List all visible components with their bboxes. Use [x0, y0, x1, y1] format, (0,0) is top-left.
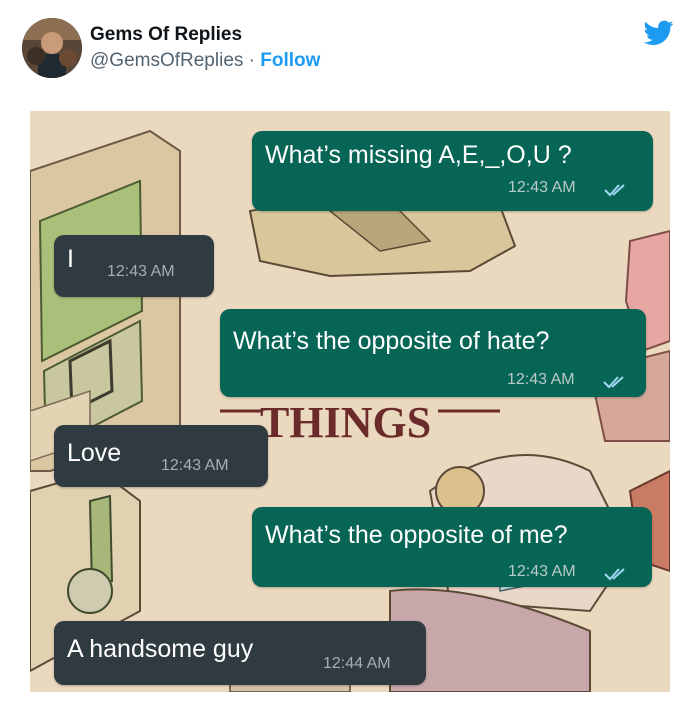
chat-bubble-incoming[interactable]: I 12:43 AM: [54, 235, 214, 297]
message-text: What’s the opposite of hate?: [233, 327, 550, 355]
chat-bubble-incoming[interactable]: A handsome guy 12:44 AM: [54, 621, 426, 685]
message-time: 12:43 AM: [161, 457, 229, 474]
author-handle[interactable]: @GemsOfReplies: [90, 50, 243, 71]
read-receipt-ticks-icon: [603, 376, 624, 389]
handle-row: @GemsOfReplies · Follow: [90, 50, 320, 72]
avatar-image: [22, 18, 82, 78]
message-time: 12:43 AM: [107, 263, 175, 280]
things-logo-text: THINGS: [260, 398, 431, 447]
message-time: 12:43 AM: [507, 371, 575, 388]
avatar[interactable]: [22, 18, 82, 78]
chat-bubble-incoming[interactable]: Love 12:43 AM: [54, 425, 268, 487]
twitter-bird-icon[interactable]: [644, 20, 674, 46]
read-receipt-ticks-icon: [604, 568, 625, 581]
message-text: Love: [67, 439, 122, 467]
message-text: What’s missing A,E,_,O,U ?: [265, 141, 572, 169]
message-time: 12:43 AM: [508, 563, 576, 580]
read-receipt-ticks-icon: [604, 184, 625, 197]
chat-bubble-outgoing[interactable]: What’s the opposite of hate? 12:43 AM: [220, 309, 646, 397]
separator-dot: ·: [243, 50, 261, 71]
tweet-image[interactable]: THINGS What’s missing A,E,_,O,U ? 12:43 …: [30, 111, 670, 692]
message-text: What’s the opposite of me?: [265, 521, 568, 549]
message-time: 12:44 AM: [323, 655, 391, 672]
message-text: A handsome guy: [67, 635, 254, 663]
follow-button[interactable]: Follow: [260, 50, 320, 71]
tweet-header: Gems Of Replies @GemsOfReplies · Follow: [0, 0, 700, 100]
message-text: I: [67, 245, 74, 273]
chat-bubble-outgoing[interactable]: What’s the opposite of me? 12:43 AM: [252, 507, 652, 587]
message-time: 12:43 AM: [508, 179, 576, 196]
chat-bubble-outgoing[interactable]: What’s missing A,E,_,O,U ? 12:43 AM: [252, 131, 653, 211]
author-name[interactable]: Gems Of Replies: [90, 24, 242, 46]
